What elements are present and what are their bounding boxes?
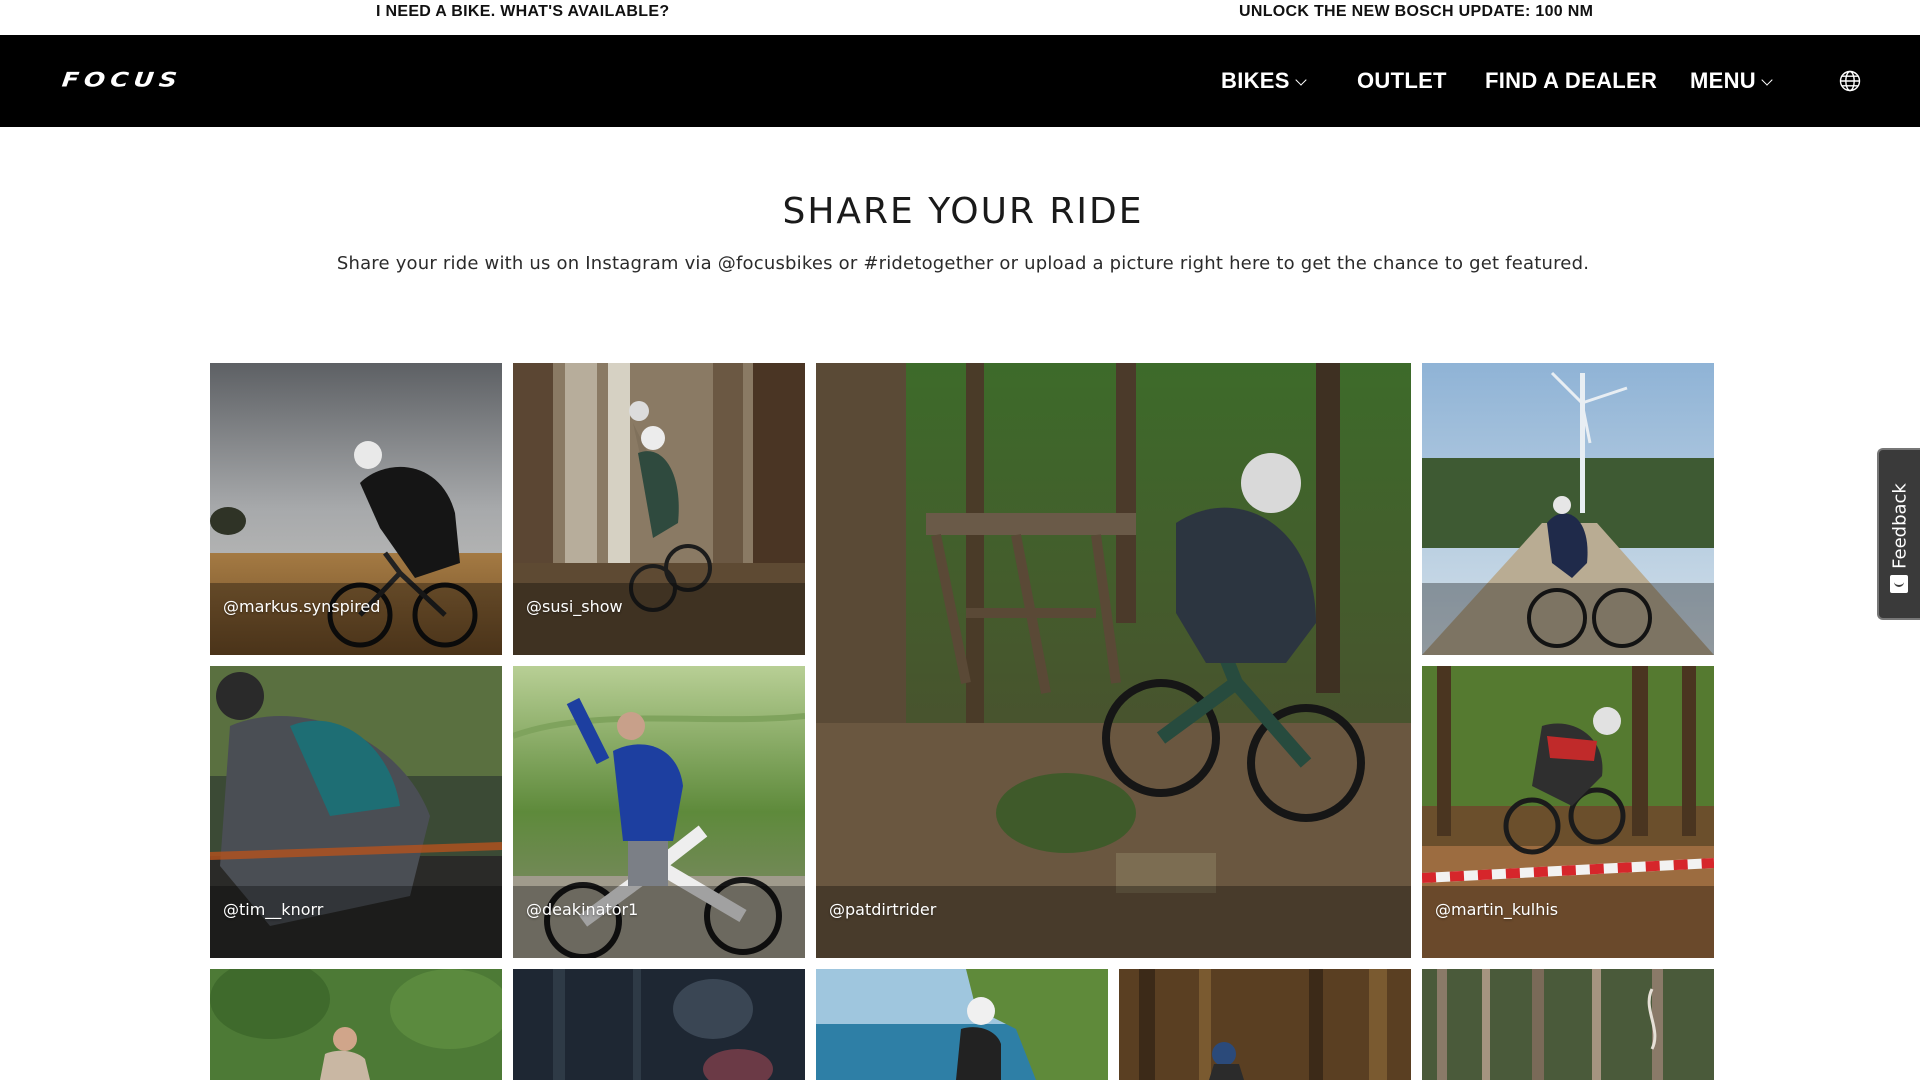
caption-overlay — [210, 886, 502, 958]
instagram-handle: @martin_kulhis — [1435, 900, 1559, 919]
promo-link-bosch-update[interactable]: UNLOCK THE NEW BOSCH UPDATE: 100 NM — [1239, 3, 1593, 21]
logo-text: FOCUS — [60, 67, 184, 92]
focus-logo[interactable]: FOCUS — [61, 65, 184, 93]
instagram-handle: @susi_show — [526, 597, 623, 616]
caption-overlay — [816, 886, 1411, 958]
photo-dark-forest — [513, 969, 805, 1080]
gallery-tile[interactable] — [1422, 363, 1714, 655]
photo-rider-in-forest — [1119, 969, 1411, 1080]
instagram-handle: @markus.synspired — [223, 597, 381, 616]
gallery-tile[interactable]: @tim__knorr — [210, 666, 502, 958]
gallery-tile[interactable]: @patdirtrider — [816, 363, 1411, 958]
caption-overlay — [513, 583, 805, 655]
main-nav: FOCUS BIKES OUTLET FIND A DEALER MENU — [0, 35, 1920, 127]
page-title: SHARE YOUR RIDE — [782, 191, 1144, 232]
nav-item-label: MENU — [1690, 68, 1756, 93]
photo-rider-among-trees — [210, 969, 502, 1080]
instagram-handle: @deakinator1 — [526, 900, 639, 919]
feedback-label: Feedback — [1889, 483, 1910, 569]
instagram-handle: @tim__knorr — [223, 900, 324, 919]
promo-link-available-bikes[interactable]: I NEED A BIKE. WHAT'S AVAILABLE? — [376, 3, 669, 21]
instagram-handle: @patdirtrider — [829, 900, 937, 919]
photo-enduro-rider-forest — [816, 363, 1411, 958]
nav-item-menu[interactable]: MENU — [1690, 68, 1773, 94]
caption-overlay — [210, 583, 502, 655]
nav-item-find-a-dealer[interactable]: FIND A DEALER — [1485, 68, 1657, 94]
feedback-tab[interactable]: Feedback — [1877, 448, 1920, 620]
photo-rider-coastline — [816, 969, 1108, 1080]
page-subtitle: Share your ride with us on Instagram via… — [336, 253, 1590, 274]
nav-item-label: OUTLET — [1357, 68, 1447, 93]
gallery-tile[interactable] — [1119, 969, 1411, 1080]
gallery-tile[interactable]: @markus.synspired — [210, 363, 502, 655]
nav-item-bikes[interactable]: BIKES — [1221, 68, 1307, 94]
gallery-tile[interactable]: @susi_show — [513, 363, 805, 655]
gallery-tile[interactable] — [1422, 969, 1714, 1080]
nav-item-label: BIKES — [1221, 68, 1290, 93]
gallery-tile[interactable]: @martin_kulhis — [1422, 666, 1714, 958]
gallery-tile[interactable] — [210, 969, 502, 1080]
chevron-down-icon — [1761, 74, 1773, 86]
chevron-down-icon — [1295, 74, 1307, 86]
caption-overlay — [513, 886, 805, 958]
gallery-tile[interactable]: @deakinator1 — [513, 666, 805, 958]
nav-item-label: FIND A DEALER — [1485, 68, 1658, 93]
feedback-chat-icon — [1890, 575, 1908, 593]
caption-overlay — [1422, 583, 1714, 655]
promo-bar: I NEED A BIKE. WHAT'S AVAILABLE? UNLOCK … — [0, 0, 1920, 35]
photo-pine-forest — [1422, 969, 1714, 1080]
gallery-tile[interactable] — [513, 969, 805, 1080]
caption-overlay — [1422, 886, 1714, 958]
gallery-tile[interactable] — [816, 969, 1108, 1080]
globe-icon[interactable] — [1838, 69, 1862, 93]
nav-item-outlet[interactable]: OUTLET — [1357, 68, 1447, 94]
